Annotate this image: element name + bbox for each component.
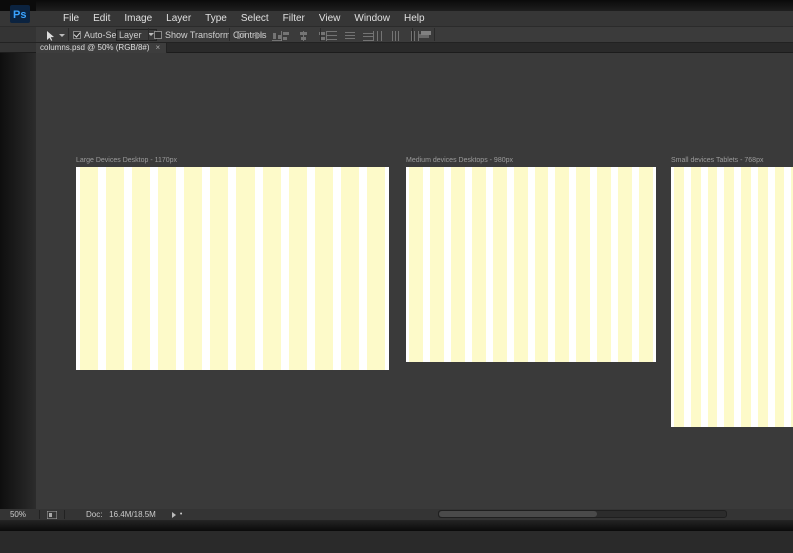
dist-hcenter-icon[interactable] [391, 31, 401, 41]
menu-image[interactable]: Image [117, 13, 159, 24]
status-bar: 50% Doc: 16.4M/18.5M • [0, 509, 793, 520]
menu-help[interactable]: Help [397, 13, 432, 24]
menu-edit[interactable]: Edit [86, 13, 117, 24]
artboard-label-small[interactable]: Small devices Tablets - 768px [671, 157, 763, 164]
menu-view[interactable]: View [312, 13, 348, 24]
auto-select-target-dropdown[interactable]: Layer [116, 29, 157, 41]
dist-right-icon[interactable] [409, 31, 419, 41]
align-right-icon[interactable] [317, 31, 327, 41]
close-icon[interactable]: × [156, 43, 161, 52]
menu-select[interactable]: Select [234, 13, 276, 24]
tool-preset-dropdown-icon[interactable] [58, 32, 65, 39]
window-bottom-shade [0, 520, 793, 531]
document-tab[interactable]: columns.psd @ 50% (RGB/8#) × [36, 43, 167, 53]
menu-layer[interactable]: Layer [159, 13, 198, 24]
status-play-icon[interactable] [172, 512, 176, 518]
align-top-icon[interactable] [236, 31, 246, 41]
dist-top-icon[interactable] [327, 31, 337, 41]
columns-medium [406, 167, 656, 362]
horizontal-scrollbar[interactable] [438, 510, 727, 518]
status-play-more-icon[interactable]: • [180, 511, 182, 518]
tab-filename: columns.psd [40, 43, 85, 52]
artboard-label-medium[interactable]: Medium devices Desktops - 980px [406, 157, 513, 164]
show-transform-checkbox[interactable] [154, 31, 162, 39]
document-tabbar: columns.psd @ 50% (RGB/8#) × [0, 43, 793, 53]
artboard-label-large[interactable]: Large Devices Desktop - 1170px [76, 157, 177, 164]
tab-zoom: 50% [98, 43, 114, 52]
window-top-shade [0, 0, 793, 11]
align-hcenter-icon[interactable] [299, 31, 309, 41]
align-left-icon[interactable] [281, 31, 291, 41]
align-vcenter-icon[interactable] [254, 31, 264, 41]
menu-file[interactable]: File [56, 13, 86, 24]
options-bar: Auto-Select: Layer Show Transform Contro… [0, 26, 793, 43]
columns-large [76, 167, 389, 370]
auto-select-target-value: Layer [119, 30, 142, 40]
menubar: Ps File Edit Image Layer Type Select Fil… [0, 11, 793, 26]
dist-left-icon[interactable] [373, 31, 383, 41]
status-doc-label: Doc: [86, 510, 102, 519]
menu-filter[interactable]: Filter [276, 13, 312, 24]
auto-select-checkbox[interactable] [73, 31, 81, 39]
tab-mode: (RGB/8#) [116, 43, 150, 52]
horizontal-scrollbar-thumb[interactable] [439, 511, 597, 517]
svg-text:Ps: Ps [13, 9, 26, 21]
status-doc-size: 16.4M/18.5M [109, 510, 156, 519]
menu-type[interactable]: Type [198, 13, 234, 24]
dist-bottom-icon[interactable] [363, 31, 373, 41]
status-preview-icon[interactable] [43, 511, 61, 519]
3d-mode-icon[interactable] [419, 31, 429, 41]
artboard-large[interactable] [76, 167, 389, 370]
artboard-small[interactable] [671, 167, 793, 427]
canvas[interactable]: Large Devices Desktop - 1170px Medium de… [0, 53, 793, 531]
menu-window[interactable]: Window [347, 13, 397, 24]
status-zoom[interactable]: 50% [0, 510, 36, 519]
dist-vcenter-icon[interactable] [345, 31, 355, 41]
columns-small [671, 167, 793, 427]
photoshop-logo-icon: Ps [10, 5, 30, 23]
artboard-medium[interactable] [406, 167, 656, 362]
